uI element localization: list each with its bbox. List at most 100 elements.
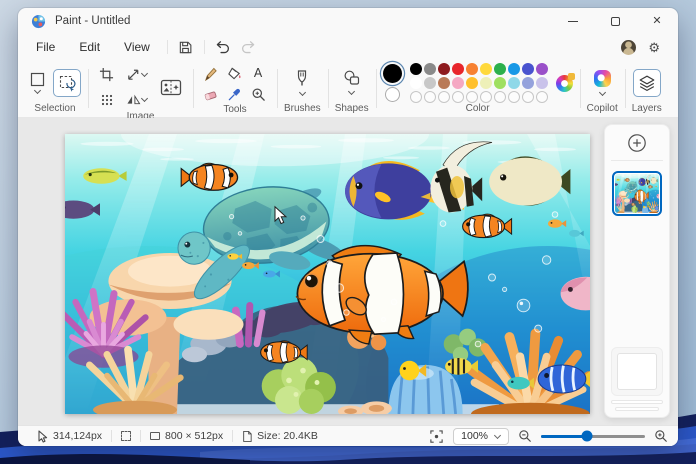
maximize-button[interactable] — [594, 8, 636, 34]
color-swatch[interactable] — [465, 91, 478, 103]
color-swatch[interactable] — [423, 91, 436, 103]
settings-gear-icon[interactable]: ⚙ — [648, 41, 660, 54]
redo-button[interactable] — [236, 36, 262, 58]
group-label: Selection — [34, 103, 76, 114]
rotate-button[interactable] — [95, 88, 118, 111]
pencil-button[interactable] — [200, 63, 220, 83]
selection-size-indicator — [112, 431, 140, 441]
color-swatch[interactable] — [451, 77, 464, 89]
group-label: Color — [465, 103, 490, 114]
color-swatch[interactable] — [521, 77, 534, 89]
copilot-button[interactable] — [593, 69, 611, 97]
chevron-down-icon[interactable] — [34, 88, 41, 95]
shapes-button[interactable] — [343, 70, 360, 96]
account-avatar[interactable] — [621, 39, 637, 55]
minimize-icon — [568, 20, 578, 22]
foreground-color-well[interactable] — [382, 64, 402, 83]
color-swatch[interactable] — [479, 77, 492, 89]
flip-button[interactable] — [121, 88, 153, 111]
toolbar-group-brushes: Brushes — [277, 60, 328, 117]
color-swatch[interactable] — [423, 77, 436, 89]
magnifier-button[interactable] — [248, 84, 268, 104]
toolbar-group-selection: Selection — [22, 60, 88, 117]
window-title: Paint - Untitled — [55, 15, 131, 27]
undo-button[interactable] — [210, 36, 236, 58]
crop-icon — [99, 67, 114, 82]
color-swatch[interactable] — [409, 63, 422, 75]
layers-icon — [639, 75, 655, 91]
maximize-icon — [610, 16, 620, 26]
canvas-size-indicator: 800 × 512px — [141, 430, 232, 442]
chevron-down-icon — [494, 433, 501, 440]
color-swatch[interactable] — [437, 77, 450, 89]
color-swatch[interactable] — [493, 63, 506, 75]
color-swatch[interactable] — [409, 91, 422, 103]
toolbar-group-color: Color — [375, 60, 580, 117]
color-swatch[interactable] — [437, 63, 450, 75]
canvas-image-underwater-scene — [65, 134, 590, 414]
background-layer-card[interactable] — [611, 347, 663, 396]
zoom-slider[interactable] — [541, 430, 645, 442]
resize-button[interactable] — [121, 63, 153, 86]
zoom-in-button[interactable] — [654, 429, 668, 443]
color-swatch[interactable] — [507, 63, 520, 75]
shapes-icon — [344, 70, 360, 85]
group-label: Brushes — [284, 103, 321, 114]
color-swatch[interactable] — [493, 91, 506, 103]
active-selection-tool-button[interactable] — [53, 69, 81, 97]
remove-background-button[interactable] — [156, 72, 186, 102]
zoom-level-dropdown[interactable]: 100% — [453, 427, 509, 445]
eraser-button[interactable] — [200, 84, 220, 104]
close-button[interactable]: ✕ — [636, 8, 678, 34]
text-tool-button[interactable]: A — [248, 63, 268, 83]
color-swatch[interactable] — [521, 63, 534, 75]
select-tool-button[interactable] — [29, 71, 46, 95]
edit-colors-button[interactable] — [555, 72, 575, 92]
menu-file[interactable]: File — [24, 37, 67, 57]
menu-edit[interactable]: Edit — [67, 37, 112, 57]
color-swatch[interactable] — [535, 63, 548, 75]
brushes-button[interactable] — [294, 69, 310, 97]
color-swatch[interactable] — [451, 91, 464, 103]
fit-to-screen-button[interactable] — [429, 429, 444, 444]
zoom-out-button[interactable] — [518, 429, 532, 443]
color-swatch[interactable] — [535, 91, 548, 103]
zoom-slider-thumb[interactable] — [581, 430, 593, 442]
menubar: File Edit View ⚙ — [18, 34, 678, 60]
color-swatch[interactable] — [465, 63, 478, 75]
background-color-well[interactable] — [384, 87, 400, 102]
file-icon — [243, 430, 252, 442]
color-swatch[interactable] — [465, 77, 478, 89]
add-layer-button[interactable] — [627, 133, 647, 153]
layers-panel — [604, 124, 670, 418]
canvas-size-value: 800 × 512px — [165, 430, 224, 442]
color-swatch[interactable] — [479, 63, 492, 75]
flip-icon — [127, 94, 141, 105]
menu-view[interactable]: View — [112, 37, 162, 57]
titlebar[interactable]: Paint - Untitled ✕ — [18, 8, 678, 34]
color-swatch[interactable] — [409, 77, 422, 89]
canvas[interactable] — [65, 134, 590, 414]
crop-button[interactable] — [95, 63, 118, 86]
color-picker-button[interactable] — [224, 84, 244, 104]
layer-thumbnail-selected[interactable] — [612, 171, 662, 216]
fill-button[interactable] — [224, 63, 244, 83]
color-swatch[interactable] — [535, 77, 548, 89]
magnifier-icon — [252, 88, 265, 101]
color-swatch[interactable] — [493, 77, 506, 89]
color-swatch[interactable] — [423, 63, 436, 75]
color-swatch[interactable] — [521, 91, 534, 103]
color-swatch[interactable] — [451, 63, 464, 75]
resize-icon — [128, 69, 139, 80]
color-swatch[interactable] — [437, 91, 450, 103]
save-button[interactable] — [173, 36, 199, 58]
chevron-down-icon — [348, 89, 355, 96]
layers-button[interactable] — [632, 69, 661, 97]
paint-window: Paint - Untitled ✕ File Edit View ⚙ Sele… — [18, 8, 678, 446]
eyedropper-icon — [228, 88, 240, 100]
minimize-button[interactable] — [552, 8, 594, 34]
color-swatch[interactable] — [479, 91, 492, 103]
color-swatch[interactable] — [507, 91, 520, 103]
background-layer-thumbnail — [617, 353, 657, 390]
color-swatch[interactable] — [507, 77, 520, 89]
